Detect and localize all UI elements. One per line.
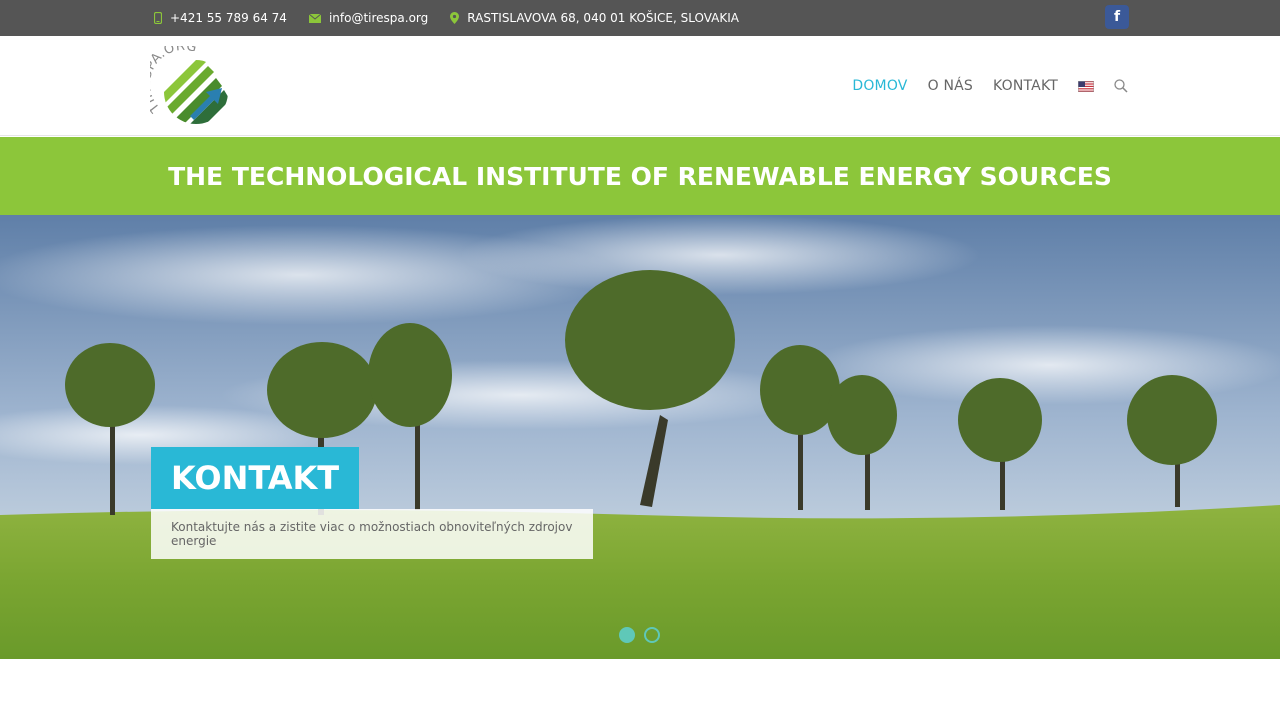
slide-caption: Kontaktujte nás a zistite viac o možnost… (151, 509, 593, 559)
search-icon[interactable] (1114, 79, 1128, 93)
hero-background-image (0, 215, 1280, 659)
address-contact: RASTISLAVOVA 68, 040 01 KOŠICE, SLOVAKIA (450, 11, 739, 25)
slider-dot-2[interactable] (644, 627, 660, 643)
content-area (0, 659, 1280, 720)
top-bar: +421 55 789 64 74 info@tirespa.org RASTI… (0, 0, 1280, 36)
nav-item-kontakt[interactable]: KONTAKT (993, 78, 1058, 94)
nav-item-domov[interactable]: DOMOV (852, 78, 907, 94)
slider-dot-1[interactable] (619, 627, 635, 643)
facebook-icon[interactable]: f (1105, 5, 1129, 29)
page-banner: THE TECHNOLOGICAL INSTITUTE OF RENEWABLE… (0, 137, 1280, 215)
nav-item-o-nas[interactable]: O NÁS (928, 78, 973, 94)
envelope-icon (308, 13, 321, 23)
phone-contact[interactable]: +421 55 789 64 74 (154, 11, 287, 25)
map-pin-icon (450, 12, 460, 24)
phone-text: +421 55 789 64 74 (170, 11, 287, 25)
phone-icon (154, 12, 162, 24)
site-header: TIRESPA.ORG DOMOV O NÁS KONTAKT (0, 36, 1280, 136)
hero-slider: KONTAKT Kontaktujte nás a zistite viac o… (0, 215, 1280, 659)
banner-title: THE TECHNOLOGICAL INSTITUTE OF RENEWABLE… (168, 161, 1112, 191)
email-contact[interactable]: info@tirespa.org (308, 11, 429, 25)
slider-pagination (619, 627, 660, 643)
contact-info: +421 55 789 64 74 info@tirespa.org RASTI… (154, 0, 739, 36)
address-text: RASTISLAVOVA 68, 040 01 KOŠICE, SLOVAKIA (467, 11, 740, 25)
tirespa-logo[interactable]: TIRESPA.ORG (150, 46, 232, 128)
slide-title[interactable]: KONTAKT (151, 447, 360, 509)
main-nav: DOMOV O NÁS KONTAKT (852, 36, 1128, 136)
us-flag-icon[interactable] (1078, 80, 1094, 92)
email-text: info@tirespa.org (328, 11, 429, 25)
